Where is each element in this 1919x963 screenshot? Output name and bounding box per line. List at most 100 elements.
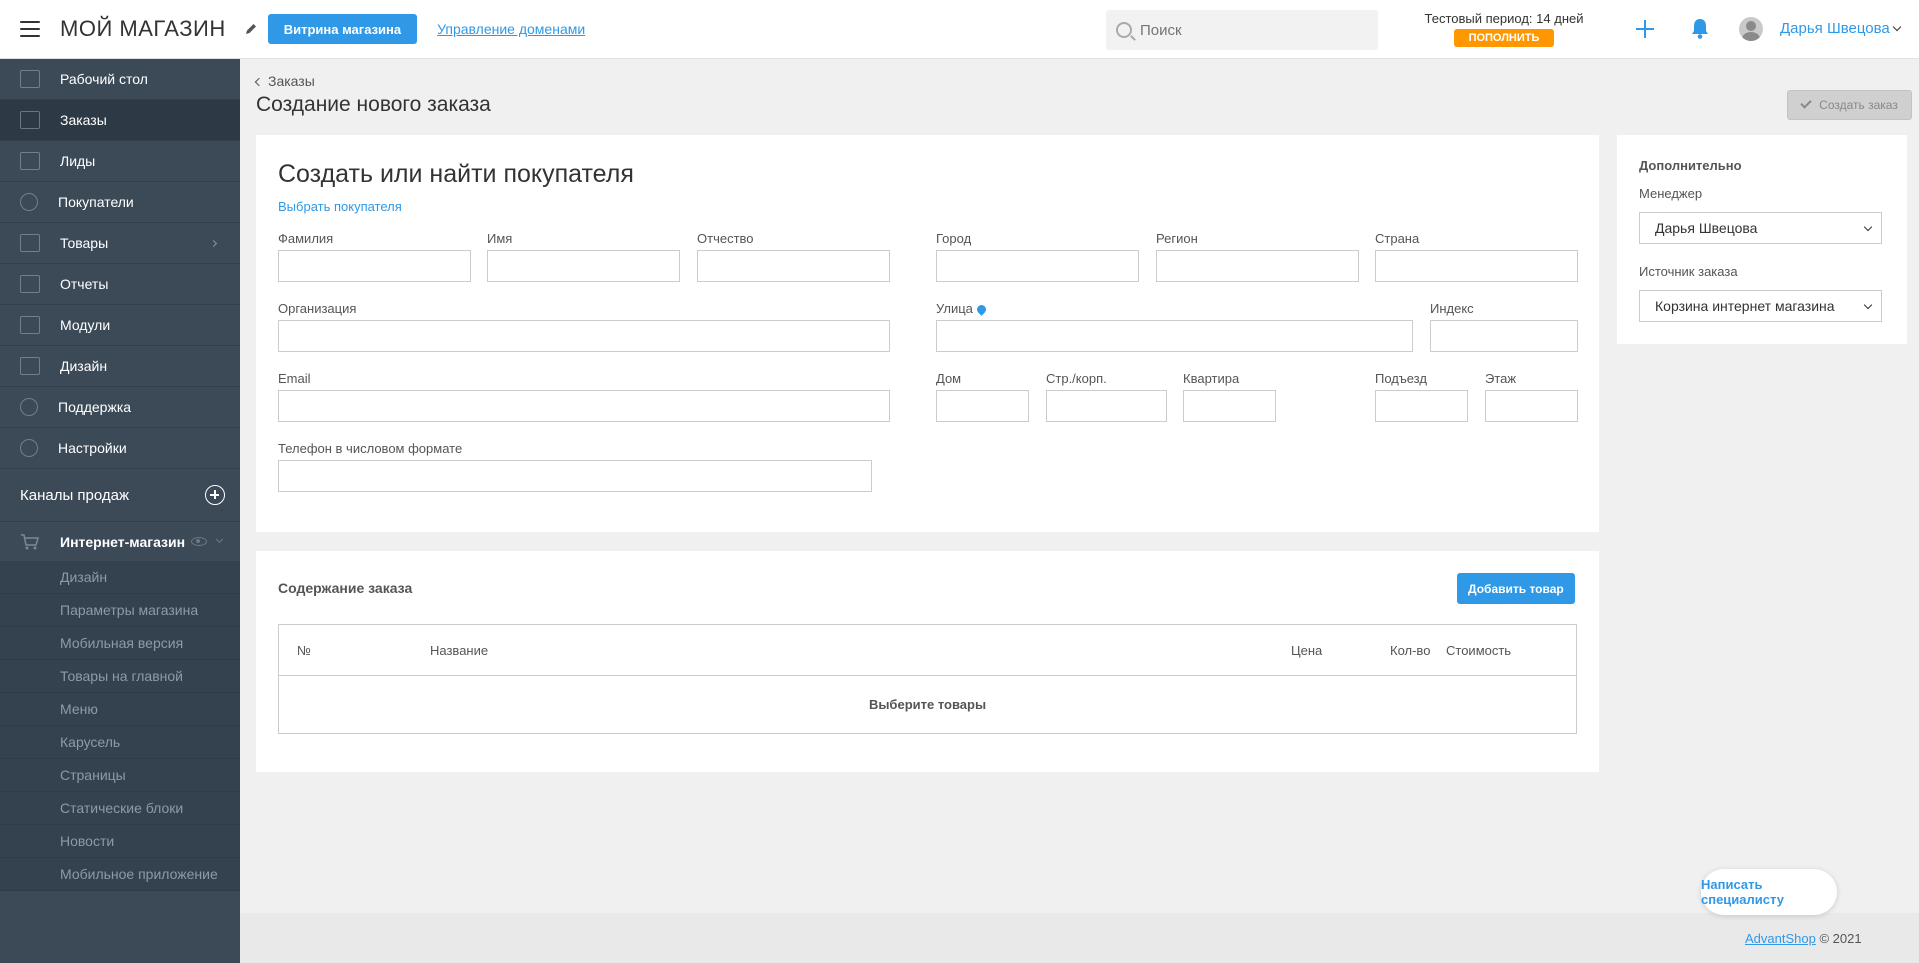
sidebar-item-label: Модули [60, 317, 111, 333]
check-icon [1800, 97, 1812, 109]
shop-subitem-menu[interactable]: Меню [0, 693, 240, 726]
search-input[interactable] [1140, 21, 1360, 39]
sidebar-item-products[interactable]: Товары [0, 223, 240, 264]
sidebar-item-settings[interactable]: Настройки [0, 428, 240, 469]
sidebar-item-orders[interactable]: Заказы [0, 100, 240, 141]
order-source-label: Источник заказа [1639, 264, 1738, 279]
region-input[interactable] [1156, 250, 1359, 282]
user-menu[interactable]: Дарья Швецова [1780, 20, 1901, 37]
shop-subitem-news[interactable]: Новости [0, 825, 240, 858]
last-name-input[interactable] [278, 250, 471, 282]
kanban-icon [20, 152, 40, 170]
chat-specialist-button[interactable]: Написать специалисту [1701, 869, 1837, 915]
field-label: Email [278, 371, 311, 386]
house-field: Дом [936, 371, 1029, 422]
modules-icon [20, 316, 40, 334]
column-header-cost[interactable]: Стоимость [1446, 643, 1511, 658]
create-order-button[interactable]: Создать заказ [1787, 90, 1912, 120]
shop-subitem-params[interactable]: Параметры магазина [0, 594, 240, 627]
building-input[interactable] [1046, 390, 1167, 422]
apartment-input[interactable] [1183, 390, 1276, 422]
user-name: Дарья Швецова [1780, 20, 1890, 37]
shop-subitem-carousel[interactable]: Карусель [0, 726, 240, 759]
chevron-left-icon [254, 77, 264, 87]
column-header-name[interactable]: Название [430, 643, 488, 658]
sidebar-item-leads[interactable]: Лиды [0, 141, 240, 182]
zip-field: Индекс [1430, 301, 1578, 352]
map-pin-icon[interactable] [975, 303, 988, 316]
sidebar-item-label: Покупатели [58, 194, 134, 210]
trial-label: Тестовый период: [1424, 11, 1533, 26]
shop-subitem-design[interactable]: Дизайн [0, 561, 240, 594]
bell-icon[interactable] [1690, 18, 1710, 40]
house-input[interactable] [936, 390, 1029, 422]
chevron-down-icon[interactable] [216, 535, 224, 544]
manager-select[interactable]: Дарья Швецова [1639, 212, 1882, 244]
gear-icon [20, 439, 38, 457]
column-header-quantity[interactable]: Кол-во [1390, 643, 1430, 658]
email-field: Email [278, 371, 890, 422]
plus-icon[interactable] [1636, 20, 1654, 38]
organization-input[interactable] [278, 320, 890, 352]
phone-field: Телефон в числовом формате [278, 441, 872, 492]
help-icon [20, 398, 38, 416]
email-input[interactable] [278, 390, 890, 422]
region-field: Регион [1156, 231, 1359, 282]
sidebar-item-design[interactable]: Дизайн [0, 346, 240, 387]
order-source-select[interactable]: Корзина интернет магазина [1639, 290, 1882, 322]
city-input[interactable] [936, 250, 1139, 282]
storefront-button[interactable]: Витрина магазина [267, 14, 418, 44]
avatar[interactable] [1739, 17, 1763, 41]
field-label: Подъезд [1375, 371, 1427, 386]
breadcrumb[interactable]: Заказы [254, 73, 315, 89]
add-channel-icon[interactable] [205, 485, 225, 505]
sidebar-item-reports[interactable]: Отчеты [0, 264, 240, 305]
sidebar-item-modules[interactable]: Модули [0, 305, 240, 346]
shop-subitem-static-blocks[interactable]: Статические блоки [0, 792, 240, 825]
sidebar-item-support[interactable]: Поддержка [0, 387, 240, 428]
orders-icon [20, 111, 40, 129]
topup-button[interactable]: ПОПОЛНИТЬ [1454, 29, 1554, 47]
select-customer-link[interactable]: Выбрать покупателя [278, 199, 402, 214]
order-source-value: Корзина интернет магазина [1655, 298, 1835, 314]
entrance-field: Подъезд [1375, 371, 1468, 422]
main-content: Заказы Создание нового заказа Создать за… [240, 59, 1919, 963]
sidebar-item-online-shop[interactable]: Интернет-магазин [0, 521, 240, 561]
first-name-input[interactable] [487, 250, 680, 282]
entrance-input[interactable] [1375, 390, 1468, 422]
shop-subitem-featured[interactable]: Товары на главной [0, 660, 240, 693]
logo[interactable]: МОЙ МАГАЗИН [60, 16, 226, 42]
sidebar: Рабочий стол Заказы Лиды Покупатели Това… [0, 59, 240, 963]
footer: AdvantShop © 2021 [240, 913, 1919, 963]
sidebar-item-dashboard[interactable]: Рабочий стол [0, 59, 240, 100]
field-label: Телефон в числовом формате [278, 441, 463, 456]
field-label: Отчество [697, 231, 754, 246]
order-contents-title: Содержание заказа [278, 580, 413, 596]
sidebar-item-label: Интернет-магазин [60, 533, 186, 550]
zip-input[interactable] [1430, 320, 1578, 352]
eye-icon[interactable] [191, 537, 208, 546]
shop-subitem-pages[interactable]: Страницы [0, 759, 240, 792]
column-header-number[interactable]: № [297, 643, 311, 658]
patronymic-input[interactable] [697, 250, 890, 282]
domains-link[interactable]: Управление доменами [437, 21, 585, 37]
menu-icon[interactable] [20, 21, 40, 37]
chevron-down-icon [1863, 222, 1873, 232]
shop-subitem-mobile-app[interactable]: Мобильное приложение [0, 858, 240, 891]
search-box [1106, 10, 1378, 50]
breadcrumb-label: Заказы [268, 73, 315, 89]
pencil-icon[interactable] [244, 22, 258, 36]
shop-subitem-mobile[interactable]: Мобильная версия [0, 627, 240, 660]
manager-value: Дарья Швецова [1655, 220, 1758, 236]
column-header-price[interactable]: Цена [1291, 643, 1322, 658]
add-product-button[interactable]: Добавить товар [1457, 573, 1575, 604]
country-input[interactable] [1375, 250, 1578, 282]
sidebar-item-customers[interactable]: Покупатели [0, 182, 240, 223]
sidebar-item-label: Товары [60, 235, 109, 251]
street-input[interactable] [936, 320, 1413, 352]
phone-input[interactable] [278, 460, 872, 492]
brand-link[interactable]: AdvantShop [1745, 931, 1816, 946]
search-icon [1116, 22, 1132, 38]
floor-input[interactable] [1485, 390, 1578, 422]
building-field: Стр./корп. [1046, 371, 1167, 422]
